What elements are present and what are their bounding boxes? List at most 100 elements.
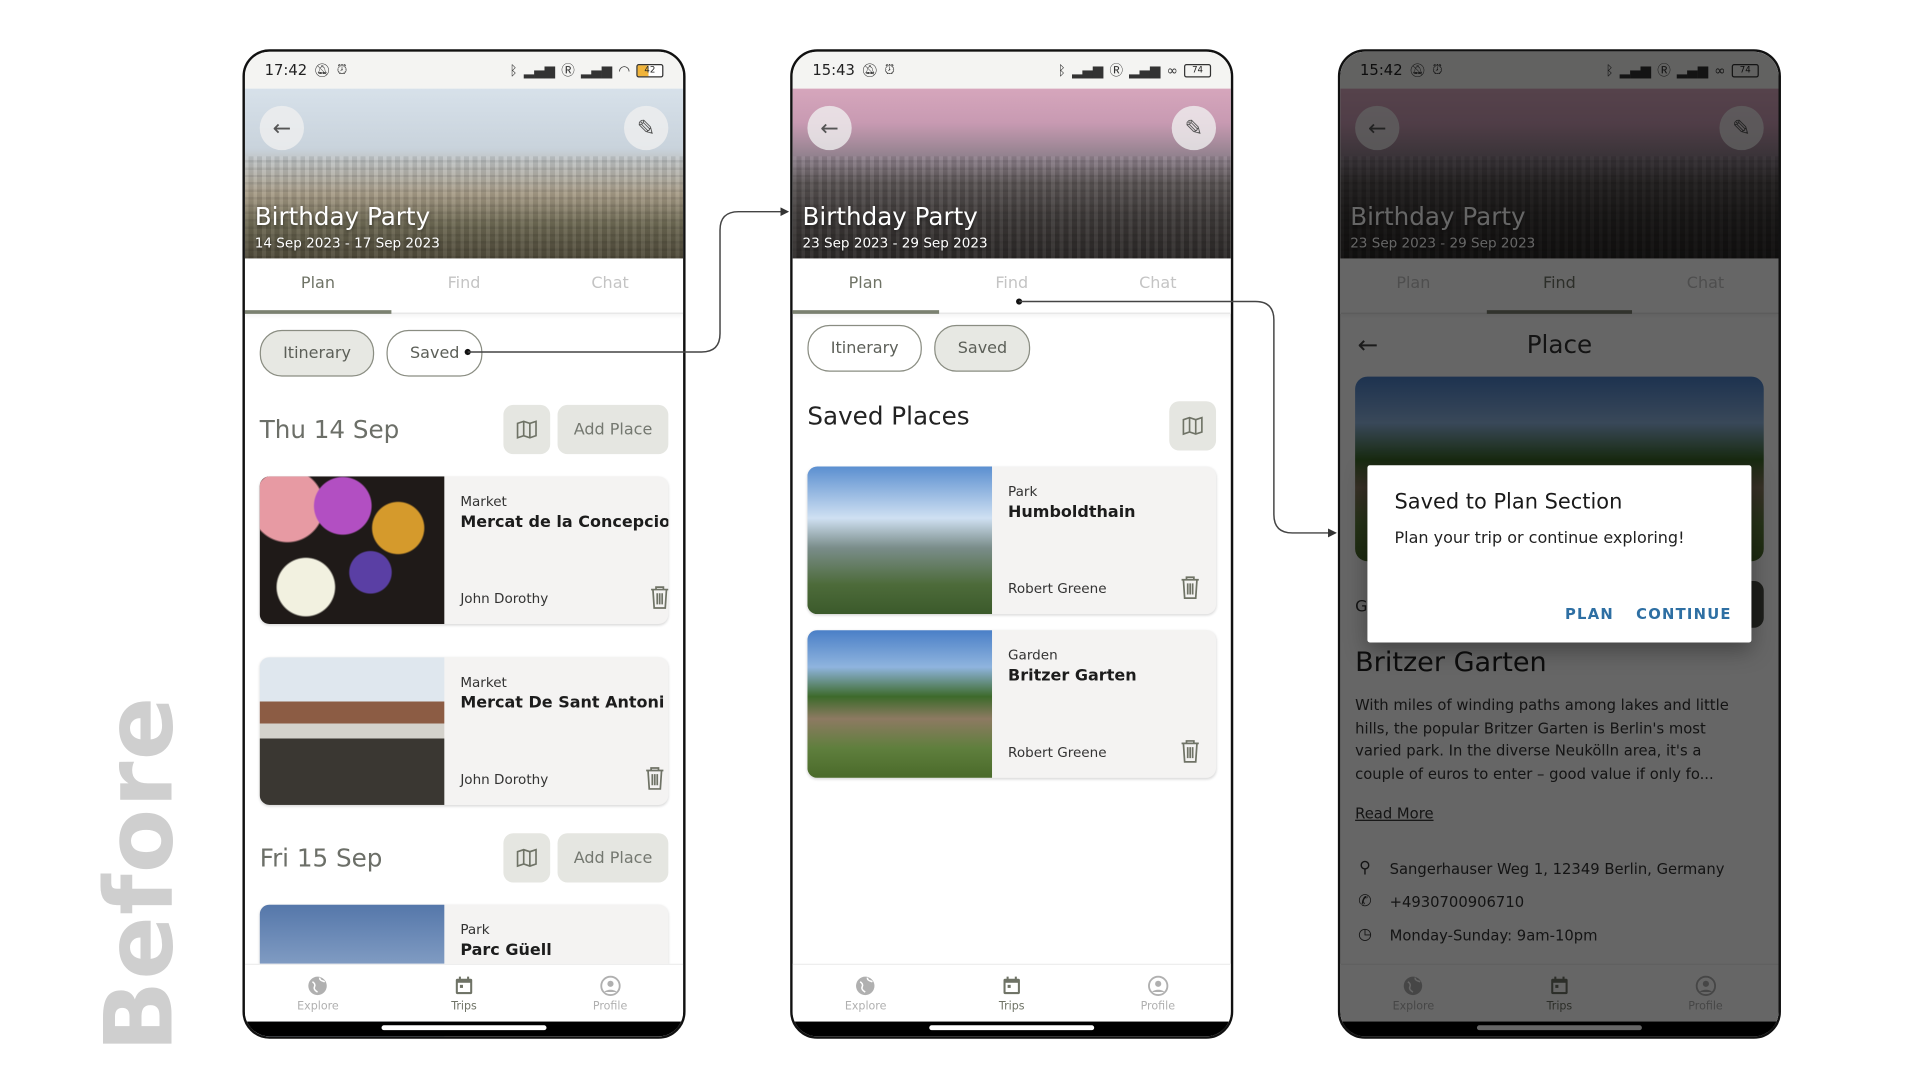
trip-title: Birthday Party xyxy=(802,201,978,232)
back-button[interactable]: ← xyxy=(807,105,852,151)
dialog-title: Saved to Plan Section xyxy=(1394,489,1623,515)
place-name: Britzer Garten xyxy=(1008,667,1137,686)
bluetooth-icon: ᛒ xyxy=(1057,62,1066,79)
map-icon xyxy=(516,848,537,868)
bottom-nav: Explore Trips Profile xyxy=(792,963,1231,1022)
plan-button[interactable]: PLAN xyxy=(1565,606,1614,623)
map-icon xyxy=(1182,416,1203,436)
bluetooth-icon: ᛒ xyxy=(509,62,518,79)
place-name: Humboldthain xyxy=(1008,503,1136,522)
place-name: Parc Güell xyxy=(460,941,552,961)
signal-icon: ▂▄▆ xyxy=(1129,62,1161,79)
signal-icon: ▂▄▆ xyxy=(523,62,556,79)
phone-screen-saved: 15:43 🔕︎ ⏰︎ ᛒ ▂▄▆ Ⓡ ▂▄▆ ∞ 74 ← ✎ Birthday Party… xyxy=(790,49,1234,1039)
bottom-nav: Explore Trips Profile xyxy=(244,963,684,1022)
dialog-message: Plan your trip or continue exploring! xyxy=(1394,529,1685,548)
map-button[interactable] xyxy=(503,833,551,883)
pencil-icon: ✎ xyxy=(636,115,656,141)
nav-trips[interactable]: Trips xyxy=(391,965,537,1022)
mute-icon: 🔕︎ xyxy=(313,62,331,79)
trash-icon[interactable] xyxy=(1179,738,1201,763)
add-place-button[interactable]: Add Place xyxy=(557,404,669,455)
place-image xyxy=(259,657,445,805)
map-button[interactable] xyxy=(503,404,551,455)
tab-find[interactable]: Find xyxy=(391,258,537,312)
place-image xyxy=(807,630,993,778)
status-time: 17:42 xyxy=(264,61,308,79)
globe-icon xyxy=(308,976,328,996)
trip-tabs: Plan Find Chat xyxy=(792,258,1231,314)
plan-view-toggle: Itinerary Saved xyxy=(807,324,1031,372)
nav-explore[interactable]: Explore xyxy=(245,965,391,1022)
tab-plan[interactable]: Plan xyxy=(792,258,939,314)
alarm-icon: ⏰︎ xyxy=(884,61,895,78)
status-bar: 15:43 🔕︎ ⏰︎ ᛒ ▂▄▆ Ⓡ ▂▄▆ ∞ 74 xyxy=(792,51,1231,89)
roaming-icon: Ⓡ xyxy=(561,62,575,79)
place-owner: John Dorothy xyxy=(460,590,549,607)
chip-saved[interactable]: Saved xyxy=(386,329,483,377)
place-owner: John Dorothy xyxy=(460,771,549,788)
chip-itinerary[interactable]: Itinerary xyxy=(807,324,923,372)
phone-screen-itinerary: 17:42 🔕︎ ⏰︎ ᛒ ▂▄▆ Ⓡ ▂▄▆ ◠ 42 ← ✎ Birthday Party… xyxy=(242,49,686,1039)
chip-saved[interactable]: Saved xyxy=(934,324,1031,372)
edit-trip-button[interactable]: ✎ xyxy=(1171,105,1217,151)
phone-screen-place-dialog: 15:42🔕︎⏰︎ ᛒ▂▄▆Ⓡ▂▄▆∞74 ← ✎ Birthday Party… xyxy=(1337,49,1781,1039)
saved-place-card[interactable]: Garden Britzer Garten Robert Greene xyxy=(807,630,1217,778)
map-button[interactable] xyxy=(1169,401,1217,451)
nav-explore[interactable]: Explore xyxy=(793,965,939,1022)
home-indicator xyxy=(792,1021,1231,1037)
nav-profile[interactable]: Profile xyxy=(1085,965,1231,1022)
place-category: Park xyxy=(1008,483,1038,500)
mute-icon: 🔕︎ xyxy=(861,62,879,79)
trip-hero-image: ← ✎ Birthday Party 23 Sep 2023 - 29 Sep … xyxy=(792,88,1231,259)
tab-find[interactable]: Find xyxy=(939,258,1085,312)
place-category: Garden xyxy=(1008,647,1058,664)
add-place-button[interactable]: Add Place xyxy=(557,833,669,883)
day-title: Thu 14 Sep xyxy=(259,414,400,445)
alarm-icon: ⏰︎ xyxy=(336,61,348,78)
arrow-left-icon: ← xyxy=(820,115,839,141)
saved-place-card[interactable]: Park Humboldthain Robert Greene xyxy=(807,466,1217,615)
place-name: Mercat De Sant Antoni xyxy=(460,694,665,713)
profile-icon xyxy=(1147,975,1168,997)
signal-icon: ▂▄▆ xyxy=(580,62,613,79)
wifi-icon: ◠ xyxy=(618,62,631,79)
back-button[interactable]: ← xyxy=(259,105,305,151)
trash-icon[interactable] xyxy=(649,585,669,610)
before-label: Before xyxy=(84,695,194,1053)
trash-icon[interactable] xyxy=(643,766,665,791)
tab-plan[interactable]: Plan xyxy=(244,258,391,314)
battery-icon: 42 xyxy=(636,63,664,77)
tab-chat[interactable]: Chat xyxy=(537,258,683,312)
trip-tabs: Plan Find Chat xyxy=(244,258,684,314)
signal-4g-icon: ▂▄▆ xyxy=(1072,62,1104,79)
calendar-icon xyxy=(1003,976,1020,995)
place-card[interactable]: Market Mercat de la Concepcio John Dorot… xyxy=(259,476,669,625)
trip-dates: 23 Sep 2023 - 29 Sep 2023 xyxy=(802,235,988,252)
roaming-icon: Ⓡ xyxy=(1109,62,1124,79)
nav-trips[interactable]: Trips xyxy=(939,965,1085,1022)
trash-icon[interactable] xyxy=(1179,575,1201,600)
flow-canvas: Before 17:42 🔕︎ ⏰︎ ᛒ ▂▄▆ Ⓡ ▂▄▆ ◠ 42 ← ✎ Birthda… xyxy=(0,0,1920,1081)
day-header: Fri 15 Sep Add Place xyxy=(260,832,669,884)
place-image xyxy=(259,476,445,625)
profile-icon xyxy=(599,975,621,997)
plan-view-toggle: Itinerary Saved xyxy=(259,329,483,377)
nav-profile[interactable]: Profile xyxy=(537,965,683,1022)
tab-chat[interactable]: Chat xyxy=(1085,258,1231,312)
edit-trip-button[interactable]: ✎ xyxy=(624,105,669,151)
day-header: Thu 14 Sep Add Place xyxy=(260,404,669,456)
continue-button[interactable]: CONTINUE xyxy=(1636,606,1732,623)
place-category: Market xyxy=(460,674,507,691)
battery-icon: 74 xyxy=(1184,63,1212,77)
map-icon xyxy=(516,420,537,439)
place-owner: Robert Greene xyxy=(1008,580,1107,597)
chip-itinerary[interactable]: Itinerary xyxy=(259,329,375,377)
place-category: Market xyxy=(460,493,507,510)
globe-icon xyxy=(856,976,875,996)
place-card[interactable]: Market Mercat De Sant Antoni John Doroth… xyxy=(259,657,669,805)
trip-hero-image: ← ✎ Birthday Party 14 Sep 2023 - 17 Sep … xyxy=(244,88,684,259)
saved-dialog: Saved to Plan Section Plan your trip or … xyxy=(1367,465,1752,643)
place-category: Park xyxy=(460,921,490,938)
status-bar: 17:42 🔕︎ ⏰︎ ᛒ ▂▄▆ Ⓡ ▂▄▆ ◠ 42 xyxy=(244,51,684,89)
